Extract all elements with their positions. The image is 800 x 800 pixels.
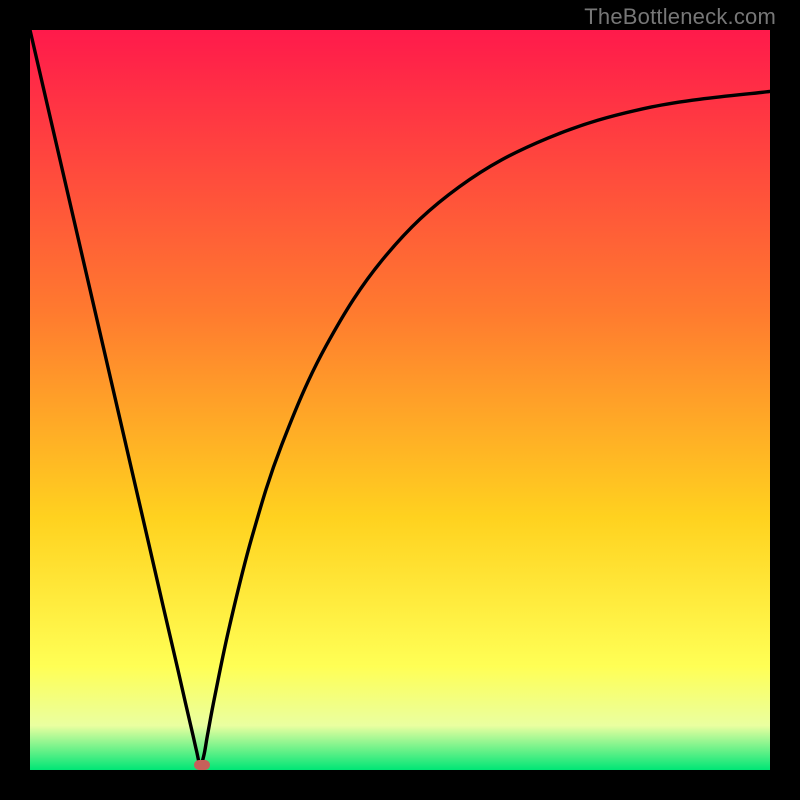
watermark-text: TheBottleneck.com	[584, 4, 776, 30]
chart-frame: TheBottleneck.com	[0, 0, 800, 800]
bottleneck-curve	[30, 30, 770, 770]
minimum-marker	[194, 760, 210, 770]
plot-area	[30, 30, 770, 770]
